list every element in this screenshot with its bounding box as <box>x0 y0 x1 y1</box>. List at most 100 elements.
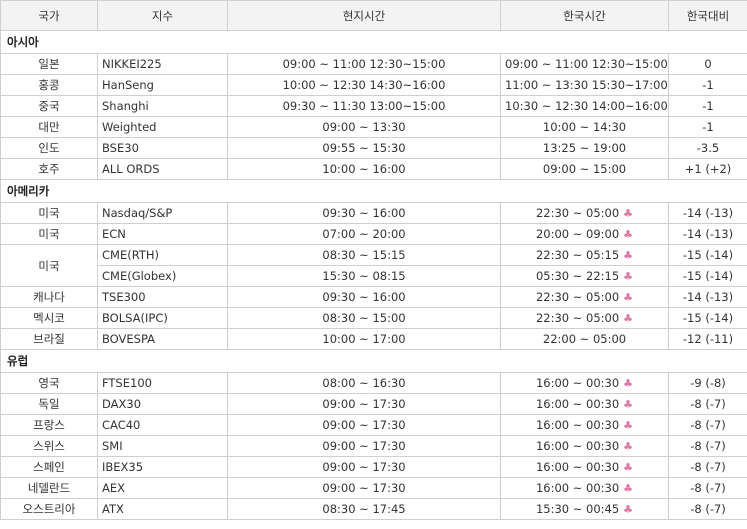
korea-time-cell: 20:00 ~ 09:00 ♣ <box>500 223 669 245</box>
country-cell: 대만 <box>0 116 98 138</box>
dst-clover-icon: ♣ <box>623 461 634 474</box>
korea-time-text: 22:30 ~ 05:00 <box>535 311 620 325</box>
diff-cell: -15 (-14) <box>668 244 747 266</box>
diff-cell: -14 (-13) <box>668 202 747 224</box>
table-row: 인도 BSE30 09:55 ~ 15:30 13:25 ~ 19:00 -3.5 <box>0 137 747 159</box>
index-cell: BOLSA(IPC) <box>97 307 228 329</box>
korea-time-text: 13:25 ~ 19:00 <box>542 141 627 155</box>
table-row: 중국 Shanghi 09:30 ~ 11:30 13:00~15:00 10:30 … <box>0 95 747 117</box>
dst-clover-icon: ♣ <box>623 440 634 453</box>
diff-cell: -8 (-7) <box>668 393 747 415</box>
country-cell: 독일 <box>0 393 98 415</box>
table-row: 미국 ECN 07:00 ~ 20:00 20:00 ~ 09:00 ♣ -14 (-13… <box>0 223 747 245</box>
diff-cell: -8 (-7) <box>668 435 747 457</box>
table-row: 네델란드 AEX 09:00 ~ 17:30 16:00 ~ 00:30 ♣ -8 (-7… <box>0 477 747 499</box>
local-time-cell: 09:00 ~ 13:30 <box>227 116 501 138</box>
korea-time-cell: 16:00 ~ 00:30 ♣ <box>500 477 669 499</box>
korea-time-cell: 22:30 ~ 05:00 ♣ <box>500 202 669 224</box>
table-row: 스위스 SMI 09:00 ~ 17:30 16:00 ~ 00:30 ♣ -8 (-7) <box>0 435 747 457</box>
korea-time-text: 05:30 ~ 22:15 <box>535 269 620 283</box>
local-time-cell: 10:00 ~ 12:30 14:30~16:00 <box>227 74 501 96</box>
diff-cell: -14 (-13) <box>668 286 747 308</box>
diff-cell: -15 (-14) <box>668 307 747 329</box>
korea-time-text: 15:30 ~ 00:45 <box>535 502 620 516</box>
index-cell: CAC40 <box>97 414 228 436</box>
market-hours-table: 국가 지수 현지시간 한국시간 한국대비 아시아 일본 NIKKEI225 09:00… <box>0 0 747 520</box>
table-row: 호주 ALL ORDS 10:00 ~ 16:00 09:00 ~ 15:00 +1 (… <box>0 158 747 180</box>
diff-cell: +1 (+2) <box>668 158 747 180</box>
index-cell: FTSE100 <box>97 372 228 394</box>
country-cell: 캐나다 <box>0 286 98 308</box>
local-time-cell: 10:00 ~ 17:00 <box>227 328 501 350</box>
local-time-cell: 15:30 ~ 08:15 <box>227 265 501 287</box>
local-time-cell: 10:00 ~ 16:00 <box>227 158 501 180</box>
table-row: 프랑스 CAC40 09:00 ~ 17:30 16:00 ~ 00:30 ♣ -8 (-… <box>0 414 747 436</box>
dst-clover-icon: ♣ <box>623 270 634 283</box>
korea-time-text: 16:00 ~ 00:30 <box>535 481 620 495</box>
korea-time-text: 22:30 ~ 05:00 <box>535 206 620 220</box>
country-cell: 스페인 <box>0 456 98 478</box>
dst-clover-icon: ♣ <box>623 482 634 495</box>
diff-cell: -1 <box>668 116 747 138</box>
index-cell: ALL ORDS <box>97 158 228 180</box>
table-row: CME(Globex) 15:30 ~ 08:15 05:30 ~ 22:15 ♣ -1… <box>1 265 747 287</box>
table-row: 대만 Weighted 09:00 ~ 13:30 10:00 ~ 14:30 -1 <box>0 116 747 138</box>
index-cell: BSE30 <box>97 137 228 159</box>
korea-time-cell: 09:00 ~ 11:00 12:30~15:00 <box>500 53 669 75</box>
local-time-cell: 09:00 ~ 11:00 12:30~15:00 <box>227 53 501 75</box>
diff-cell: -15 (-14) <box>668 265 747 287</box>
table-row: 오스트리아 ATX 08:30 ~ 17:45 15:30 ~ 00:45 ♣ -8 (-… <box>0 498 747 520</box>
index-cell: BOVESPA <box>97 328 228 350</box>
korea-time-text: 10:30 ~ 12:30 14:00~16:00 <box>505 99 668 113</box>
korea-time-cell: 16:00 ~ 00:30 ♣ <box>500 456 669 478</box>
region-name: 아시아 <box>0 30 747 54</box>
header-index: 지수 <box>97 0 228 31</box>
index-cell: Shanghi <box>97 95 228 117</box>
index-cell: ATX <box>97 498 228 520</box>
index-cell: AEX <box>97 477 228 499</box>
korea-time-cell: 11:00 ~ 13:30 15:30~17:00 <box>500 74 669 96</box>
local-time-cell: 08:30 ~ 17:45 <box>227 498 501 520</box>
table-row: 영국 FTSE100 08:00 ~ 16:30 16:00 ~ 00:30 ♣ -9 (… <box>0 372 747 394</box>
index-cell: TSE300 <box>97 286 228 308</box>
korea-time-cell: 16:00 ~ 00:30 ♣ <box>500 435 669 457</box>
region-header-row: 아메리카 <box>0 179 747 203</box>
korea-time-cell: 22:00 ~ 05:00 <box>500 328 669 350</box>
region-header-row: 유럽 <box>0 349 747 373</box>
dst-clover-icon: ♣ <box>623 291 634 304</box>
header-country: 국가 <box>0 0 98 31</box>
country-cell: 미국 <box>0 244 98 287</box>
index-cell: HanSeng <box>97 74 228 96</box>
korea-time-text: 16:00 ~ 00:30 <box>535 460 620 474</box>
region-name: 유럽 <box>0 349 747 373</box>
korea-time-cell: 05:30 ~ 22:15 ♣ <box>500 265 669 287</box>
korea-time-cell: 09:00 ~ 15:00 <box>500 158 669 180</box>
diff-cell: -3.5 <box>668 137 747 159</box>
korea-time-cell: 10:30 ~ 12:30 14:00~16:00 <box>500 95 669 117</box>
country-cell: 오스트리아 <box>0 498 98 520</box>
korea-time-cell: 10:00 ~ 14:30 <box>500 116 669 138</box>
table-row: 브라질 BOVESPA 10:00 ~ 17:00 22:00 ~ 05:00 -12 … <box>0 328 747 350</box>
country-cell: 브라질 <box>0 328 98 350</box>
index-cell: NIKKEI225 <box>97 53 228 75</box>
country-cell: 스위스 <box>0 435 98 457</box>
local-time-cell: 08:30 ~ 15:00 <box>227 307 501 329</box>
country-cell: 미국 <box>0 202 98 224</box>
country-cell: 영국 <box>0 372 98 394</box>
dst-clover-icon: ♣ <box>623 228 634 241</box>
country-cell: 중국 <box>0 95 98 117</box>
local-time-cell: 08:00 ~ 16:30 <box>227 372 501 394</box>
index-cell: DAX30 <box>97 393 228 415</box>
korea-time-cell: 22:30 ~ 05:00 ♣ <box>500 307 669 329</box>
local-time-cell: 09:30 ~ 16:00 <box>227 202 501 224</box>
korea-time-text: 22:30 ~ 05:15 <box>535 248 620 262</box>
dst-clover-icon: ♣ <box>623 419 634 432</box>
diff-cell: -1 <box>668 74 747 96</box>
diff-cell: -8 (-7) <box>668 477 747 499</box>
country-cell: 인도 <box>0 137 98 159</box>
local-time-cell: 09:00 ~ 17:30 <box>227 393 501 415</box>
korea-time-cell: 16:00 ~ 00:30 ♣ <box>500 414 669 436</box>
local-time-cell: 09:55 ~ 15:30 <box>227 137 501 159</box>
korea-time-text: 09:00 ~ 15:00 <box>542 162 627 176</box>
table-row: 멕시코 BOLSA(IPC) 08:30 ~ 15:00 22:30 ~ 05:00 ♣… <box>0 307 747 329</box>
